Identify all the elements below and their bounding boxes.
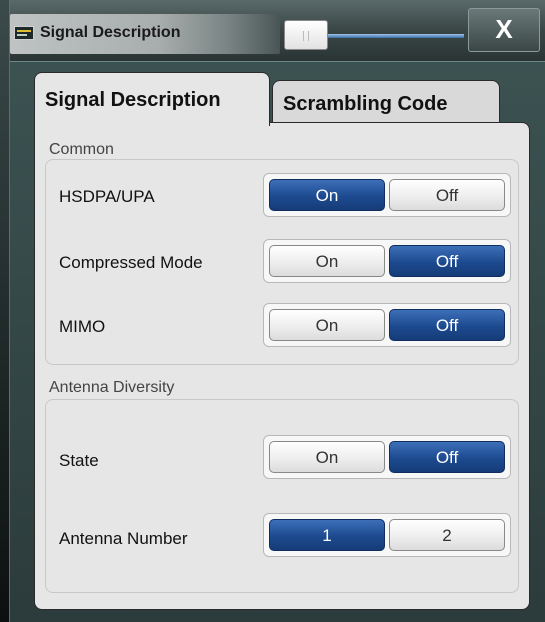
tab-signal-description[interactable]: Signal Description [34, 72, 270, 126]
mimo-toggle: On Off [263, 303, 511, 347]
antenna-number-label: Antenna Number [59, 529, 188, 548]
compressed-mode-off-button[interactable]: Off [389, 245, 505, 277]
transparency-slider[interactable] [280, 20, 464, 50]
common-heading: Common [49, 141, 114, 158]
state-on-button[interactable]: On [269, 441, 385, 473]
state-label: State [59, 451, 99, 470]
mimo-off-button[interactable]: Off [389, 309, 505, 341]
antenna-number-1-button[interactable]: 1 [269, 519, 385, 551]
antenna-diversity-heading: Antenna Diversity [49, 379, 175, 396]
window-title: Signal Description [40, 24, 181, 41]
state-off-button[interactable]: Off [389, 441, 505, 473]
hsdpa-upa-off-button[interactable]: Off [389, 179, 505, 211]
hsdpa-upa-on-button[interactable]: On [269, 179, 385, 211]
antenna-number-toggle: 1 2 [263, 513, 511, 557]
signal-description-dialog: Signal Description X Signal Description … [9, 0, 545, 622]
slider-thumb[interactable] [284, 20, 328, 50]
close-button[interactable]: X [468, 8, 540, 52]
background-strip [0, 0, 9, 622]
antenna-diversity-group [45, 399, 519, 593]
hsdpa-upa-label: HSDPA/UPA [59, 187, 155, 206]
title-bar[interactable]: Signal Description X [10, 0, 545, 62]
slider-track [326, 34, 464, 38]
tab-panel: Common HSDPA/UPA On Off Compressed Mode … [34, 122, 530, 610]
compressed-mode-toggle: On Off [263, 239, 511, 283]
dialog-content: Signal Description Scrambling Code Commo… [30, 72, 536, 610]
tab-scrambling-code[interactable]: Scrambling Code [272, 80, 500, 122]
antenna-number-2-button[interactable]: 2 [389, 519, 505, 551]
app-icon [14, 26, 34, 40]
mimo-label: MIMO [59, 317, 106, 336]
hsdpa-upa-toggle: On Off [263, 173, 511, 217]
compressed-mode-on-button[interactable]: On [269, 245, 385, 277]
mimo-on-button[interactable]: On [269, 309, 385, 341]
compressed-mode-label: Compressed Mode [59, 253, 203, 272]
state-toggle: On Off [263, 435, 511, 479]
